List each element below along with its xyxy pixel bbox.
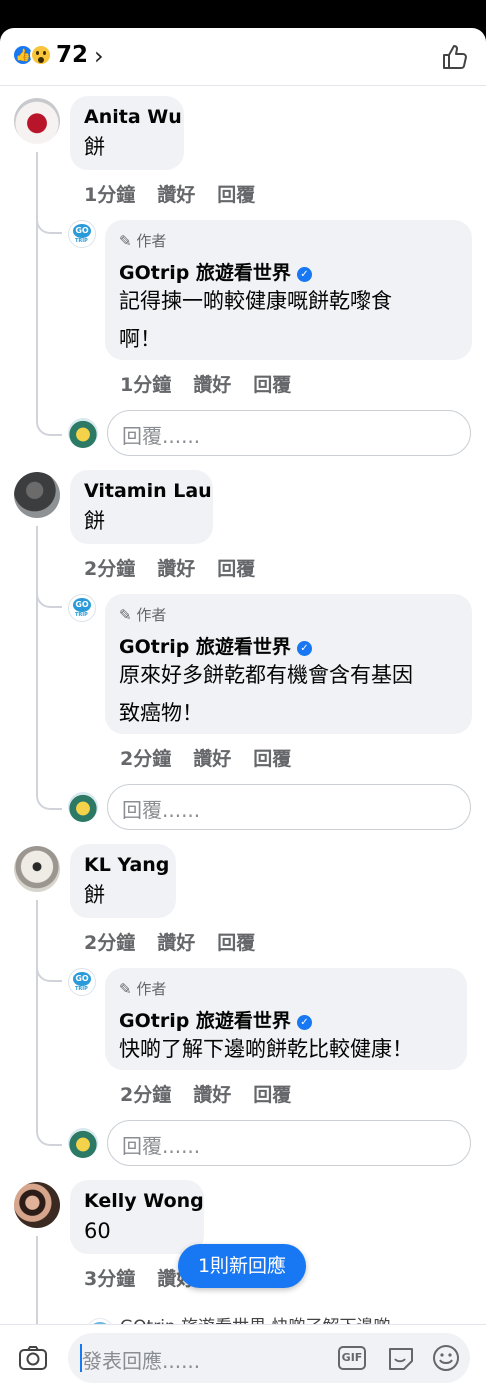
reply-actions: 2分鐘 讚好 回覆 [120,1080,313,1107]
author-reply-bubble[interactable]: ✎ 作者 GOtrip 旅遊看世界 ✓ 快啲了解下邊啲餅乾比較健康！ [105,968,467,1070]
new-replies-button[interactable]: 1則新回應 [178,1244,306,1288]
avatar[interactable] [14,846,60,892]
commenter-name[interactable]: Anita Wu [84,106,182,128]
page-avatar[interactable] [68,594,96,622]
thread-connector [36,964,62,982]
reply-placeholder: 回覆...... [122,424,201,448]
reply-button[interactable]: 回覆 [217,558,255,580]
page-name[interactable]: GOtrip 旅遊看世界 [119,262,291,284]
page-avatar[interactable] [68,968,96,996]
page-avatar[interactable] [68,220,96,248]
reply-text-line: 快啲了解下邊啲餅乾比較健康！ [119,1037,413,1061]
timestamp: 1分鐘 [120,374,172,396]
reply-button[interactable]: 回覆 [217,184,255,206]
timestamp: 2分鐘 [84,558,136,580]
comment-composer: 發表回應...... GIF [0,1324,486,1391]
thread-connector [36,1128,62,1146]
like-button[interactable]: 讚好 [157,184,195,206]
emoji-icon[interactable] [432,1344,460,1372]
camera-icon[interactable] [18,1345,48,1371]
avatar[interactable] [14,1182,60,1228]
like-button[interactable]: 讚好 [193,1084,231,1106]
author-reply-bubble[interactable]: ✎ 作者 GOtrip 旅遊看世界 ✓ 記得揀一啲較健康嘅餅乾嚟食 啊！ [105,220,472,360]
verified-badge-icon: ✓ [296,641,312,656]
thread-connector [36,216,62,234]
reply-placeholder: 回覆...... [122,798,201,822]
thumbs-up-icon[interactable] [440,42,470,72]
timestamp: 2分鐘 [120,1084,172,1106]
reply-input[interactable]: 回覆...... [107,1120,471,1166]
reactions-bar[interactable]: 👍 72 › [0,28,486,86]
avatar[interactable] [14,98,60,144]
reply-actions: 2分鐘 讚好 回覆 [120,744,313,771]
my-avatar [68,418,98,448]
reply-text-line: 啊！ [119,327,161,351]
timestamp: 2分鐘 [84,932,136,954]
commenter-name[interactable]: Vitamin Lau [84,480,212,502]
comment-actions: 1分鐘 讚好 回覆 [84,180,277,207]
sticker-icon[interactable] [386,1344,416,1372]
avatar[interactable] [14,472,60,518]
reply-button[interactable]: 回覆 [253,374,291,396]
page-name[interactable]: GOtrip 旅遊看世界 [119,636,291,658]
reaction-count: 72 [56,42,89,68]
author-tag: ✎ 作者 [119,606,167,624]
commenter-name[interactable]: Kelly Wong [84,1190,204,1212]
comment-bubble[interactable]: Vitamin Lau 餅 [70,470,213,544]
author-tag: ✎ 作者 [119,232,167,250]
author-label: 作者 [136,980,167,998]
reply-input[interactable]: 回覆...... [107,784,471,830]
reply-button[interactable]: 回覆 [217,932,255,954]
commenter-name[interactable]: KL Yang [84,854,169,876]
thread-line [36,1236,38,1326]
timestamp: 3分鐘 [84,1268,136,1290]
author-reply-bubble[interactable]: ✎ 作者 GOtrip 旅遊看世界 ✓ 原來好多餅乾都有機會含有基因 致癌物！ [105,594,472,734]
thread-connector [36,792,62,810]
my-avatar [68,1128,98,1158]
reply-button[interactable]: 回覆 [253,748,291,770]
comment-bubble[interactable]: KL Yang 餅 [70,844,176,918]
thread-line [36,526,38,796]
comment-text: 60 [84,1219,111,1243]
like-button[interactable]: 讚好 [193,748,231,770]
verified-badge-icon: ✓ [296,1015,312,1030]
comment-bubble[interactable]: Kelly Wong 60 [70,1180,204,1254]
author-tag: ✎ 作者 [119,980,167,998]
reply-input[interactable]: 回覆...... [107,410,471,456]
thread-connector [36,590,62,608]
gif-icon[interactable]: GIF [338,1346,366,1370]
like-button[interactable]: 讚好 [193,374,231,396]
reply-text-line: 致癌物！ [119,701,203,725]
timestamp: 1分鐘 [84,184,136,206]
thread-line [36,900,38,1132]
thread-connector [36,418,62,436]
like-button[interactable]: 讚好 [157,932,195,954]
author-label: 作者 [136,232,167,250]
verified-badge-icon: ✓ [296,267,312,282]
comment-text: 餅 [84,135,105,159]
like-button[interactable]: 讚好 [157,558,195,580]
comment-actions: 2分鐘 讚好 回覆 [84,928,277,955]
reply-text-line: 原來好多餅乾都有機會含有基因 [119,663,413,687]
author-label: 作者 [136,606,167,624]
reply-actions: 1分鐘 讚好 回覆 [120,370,313,397]
thread-line [36,152,38,422]
page-name[interactable]: GOtrip 旅遊看世界 [119,1010,291,1032]
reply-button[interactable]: 回覆 [253,1084,291,1106]
comment-placeholder: 發表回應...... [82,1349,201,1373]
comments-sheet: 👍 72 › Anita Wu 餅 1分鐘讚好回覆 ✎ 作者 GOtrip 旅遊… [0,28,486,1391]
comment-input[interactable]: 發表回應...... GIF [68,1333,470,1383]
reply-placeholder: 回覆...... [122,1134,201,1158]
reply-text-line: 記得揀一啲較健康嘅餅乾嚟食 [119,289,392,313]
timestamp: 2分鐘 [120,748,172,770]
comment-actions: 2分鐘 讚好 回覆 [84,554,277,581]
my-avatar [68,792,98,822]
chevron-right-icon[interactable]: › [94,44,104,68]
comment-text: 餅 [84,509,105,533]
wow-reaction-icon [30,44,52,66]
comment-bubble[interactable]: Anita Wu 餅 [70,96,184,170]
comment-text: 餅 [84,883,105,907]
